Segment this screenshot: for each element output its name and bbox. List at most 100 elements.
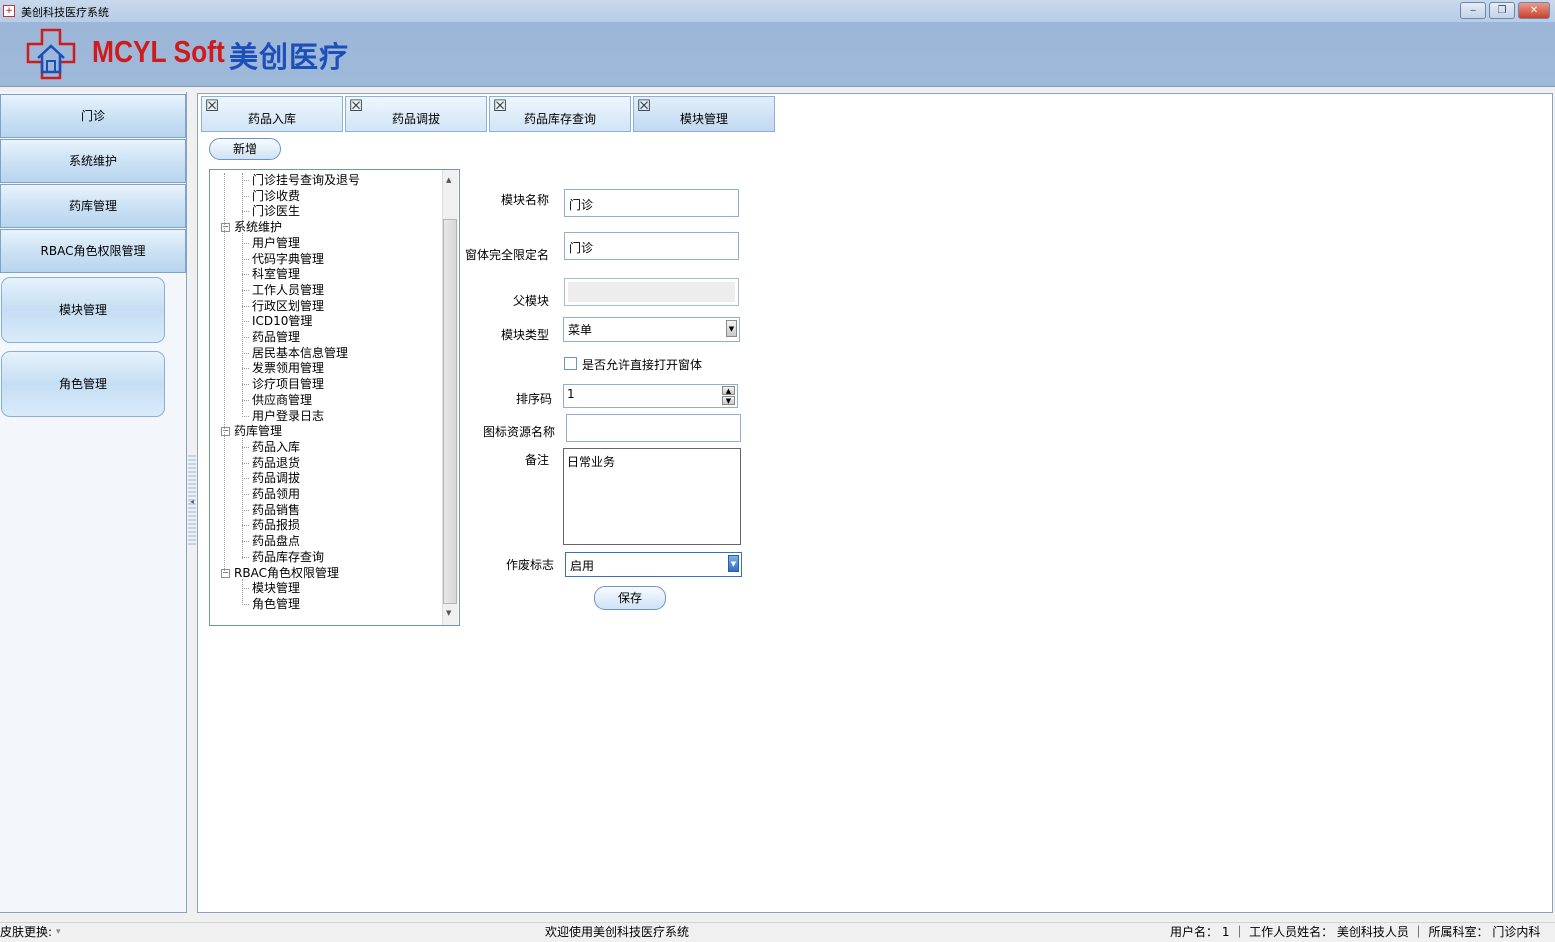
tree-connector: [242, 211, 249, 212]
chevron-down-icon[interactable]: ▼: [726, 320, 737, 337]
form-qualified-name-label: 窗体完全限定名: [464, 248, 549, 262]
tree-leaf-node[interactable]: 科室管理: [252, 267, 300, 281]
tree-leaf-node[interactable]: 供应商管理: [252, 393, 312, 407]
tree-connector: [242, 604, 249, 605]
tab-drug-stock-query[interactable]: ☒ 药品库存查询: [489, 96, 631, 132]
tab-label: 药品库存查询: [523, 112, 596, 126]
tree-leaf-node[interactable]: 门诊挂号查询及退号: [252, 173, 360, 187]
tree-leaf-node[interactable]: 工作人员管理: [252, 283, 324, 297]
tree-leaf-node[interactable]: 模块管理: [252, 581, 300, 595]
left-navigation-panel: 门诊 系统维护 药库管理 RBAC角色权限管理 模块管理 角色管理: [0, 92, 187, 913]
scroll-up-icon[interactable]: ▲: [446, 176, 451, 184]
tree-connector: [242, 233, 243, 414]
restore-button[interactable]: ❐: [1489, 2, 1515, 19]
sort-order-stepper[interactable]: 1 ▲ ▼: [563, 384, 738, 408]
tree-leaf-node[interactable]: 行政区划管理: [252, 299, 324, 313]
module-type-select[interactable]: 菜单 ▼: [563, 317, 740, 342]
tree-leaf-node[interactable]: 药品调拔: [252, 471, 300, 485]
stepper-down-icon[interactable]: ▼: [722, 396, 735, 405]
tree-connector: [242, 290, 249, 291]
tree-connector: [242, 447, 249, 448]
tree-leaf-node[interactable]: 代码字典管理: [252, 252, 324, 266]
close-button[interactable]: ✕: [1518, 2, 1550, 19]
nav-item-module-management[interactable]: 模块管理: [1, 277, 165, 343]
tree-connector: [242, 494, 249, 495]
tree-leaf-node[interactable]: 用户登录日志: [252, 409, 324, 423]
tab-label: 药品调拔: [391, 112, 440, 126]
tree-connector: [224, 173, 225, 573]
allow-direct-open-label: 是否允许直接打开窗体: [582, 358, 703, 372]
icon-resource-name-input[interactable]: [566, 414, 741, 442]
tab-drug-transfer[interactable]: ☒ 药品调拔: [345, 96, 487, 132]
tree-collapse-icon[interactable]: −: [221, 569, 230, 578]
scroll-down-icon[interactable]: ▼: [446, 609, 451, 617]
tab-drug-inbound[interactable]: ☒ 药品入库: [201, 96, 343, 132]
tree-group-node[interactable]: 药库管理: [234, 424, 282, 438]
minimize-button[interactable]: ‒: [1460, 2, 1486, 19]
allow-direct-open-checkbox[interactable]: [564, 357, 577, 370]
tree-connector: [242, 438, 243, 559]
module-name-label: 模块名称: [500, 193, 549, 207]
tree-leaf-node[interactable]: 角色管理: [252, 597, 300, 611]
tree-connector: [242, 400, 249, 401]
stepper-up-icon[interactable]: ▲: [722, 386, 735, 395]
tree-leaf-node[interactable]: 药品盘点: [252, 534, 300, 548]
module-type-label: 模块类型: [500, 328, 549, 342]
tree-collapse-icon[interactable]: −: [221, 427, 230, 436]
tree-connector: [242, 306, 249, 307]
tree-connector: [242, 173, 243, 225]
nav-group-rbac[interactable]: RBAC角色权限管理: [0, 229, 186, 273]
tree-leaf-node[interactable]: 药品入库: [252, 440, 300, 454]
chevron-down-icon[interactable]: ▼: [728, 555, 739, 572]
tree-leaf-node[interactable]: ICD10管理: [252, 314, 312, 328]
tree-leaf-node[interactable]: 门诊收费: [252, 189, 300, 203]
nav-group-system-maintenance[interactable]: 系统维护: [0, 139, 186, 183]
app-banner: MCYL Soft 美创医疗: [0, 22, 1555, 87]
tree-leaf-node[interactable]: 药品报损: [252, 518, 300, 532]
tree-leaf-node[interactable]: 发票领用管理: [252, 361, 324, 375]
tree-leaf-node[interactable]: 门诊医生: [252, 204, 300, 218]
void-flag-select[interactable]: 启用 ▼: [565, 552, 742, 577]
tree-leaf-node[interactable]: 药品退货: [252, 456, 300, 470]
tab-label: 模块管理: [679, 112, 728, 126]
remark-textarea[interactable]: 日常业务: [563, 448, 741, 545]
tree-group-node[interactable]: RBAC角色权限管理: [234, 566, 339, 580]
tree-leaf-node[interactable]: 诊疗项目管理: [252, 377, 324, 391]
skin-change-label: 皮肤更换:: [0, 925, 53, 939]
tree-connector: [242, 541, 249, 542]
nav-group-pharmacy[interactable]: 药库管理: [0, 184, 186, 228]
tree-connector: [242, 180, 249, 181]
tree-leaf-node[interactable]: 药品领用: [252, 487, 300, 501]
title-bar: [0, 0, 1555, 22]
module-name-input[interactable]: 门诊: [564, 189, 739, 217]
form-qualified-name-input[interactable]: 门诊: [564, 232, 739, 260]
tree-leaf-node[interactable]: 药品库存查询: [252, 550, 324, 564]
nav-item-role-management[interactable]: 角色管理: [1, 351, 165, 417]
tree-leaf-node[interactable]: 药品销售: [252, 503, 300, 517]
status-bar: 皮肤更换: ▾ 欢迎使用美创科技医疗系统 用户名： 1 ｜ 工作人员姓名： 美创…: [0, 922, 1555, 942]
tree-leaf-node[interactable]: 居民基本信息管理: [252, 346, 348, 360]
skin-dropdown-icon[interactable]: ▾: [56, 923, 61, 942]
window-title: 美创科技医疗系统: [21, 6, 109, 19]
tree-connector: [242, 384, 249, 385]
logo-cross-house-icon: [26, 28, 76, 80]
tree-connector: [242, 525, 249, 526]
tree-connector: [242, 588, 249, 589]
brand-name-en: MCYL Soft: [92, 34, 225, 69]
tree-leaf-node[interactable]: 用户管理: [252, 236, 300, 250]
tab-module-management[interactable]: ☒ 模块管理: [633, 96, 775, 132]
void-flag-label: 作废标志: [505, 558, 554, 572]
tree-connector: [242, 368, 249, 369]
tree-connector: [242, 557, 249, 558]
tree-scrollbar-thumb[interactable]: [443, 219, 457, 604]
save-button[interactable]: 保存: [594, 586, 666, 610]
user-info: 用户名： 1 ｜ 工作人员姓名： 美创科技人员 ｜ 所属科室： 门诊内科: [1170, 925, 1541, 939]
add-button[interactable]: 新增: [209, 138, 281, 160]
sort-order-label: 排序码: [515, 392, 552, 406]
welcome-message: 欢迎使用美创科技医疗系统: [545, 925, 690, 939]
tree-leaf-node[interactable]: 药品管理: [252, 330, 300, 344]
app-icon: +: [3, 5, 15, 17]
nav-group-outpatient[interactable]: 门诊: [0, 94, 186, 138]
collapse-arrow-icon[interactable]: ◂: [190, 497, 194, 506]
tree-collapse-icon[interactable]: −: [221, 223, 230, 232]
